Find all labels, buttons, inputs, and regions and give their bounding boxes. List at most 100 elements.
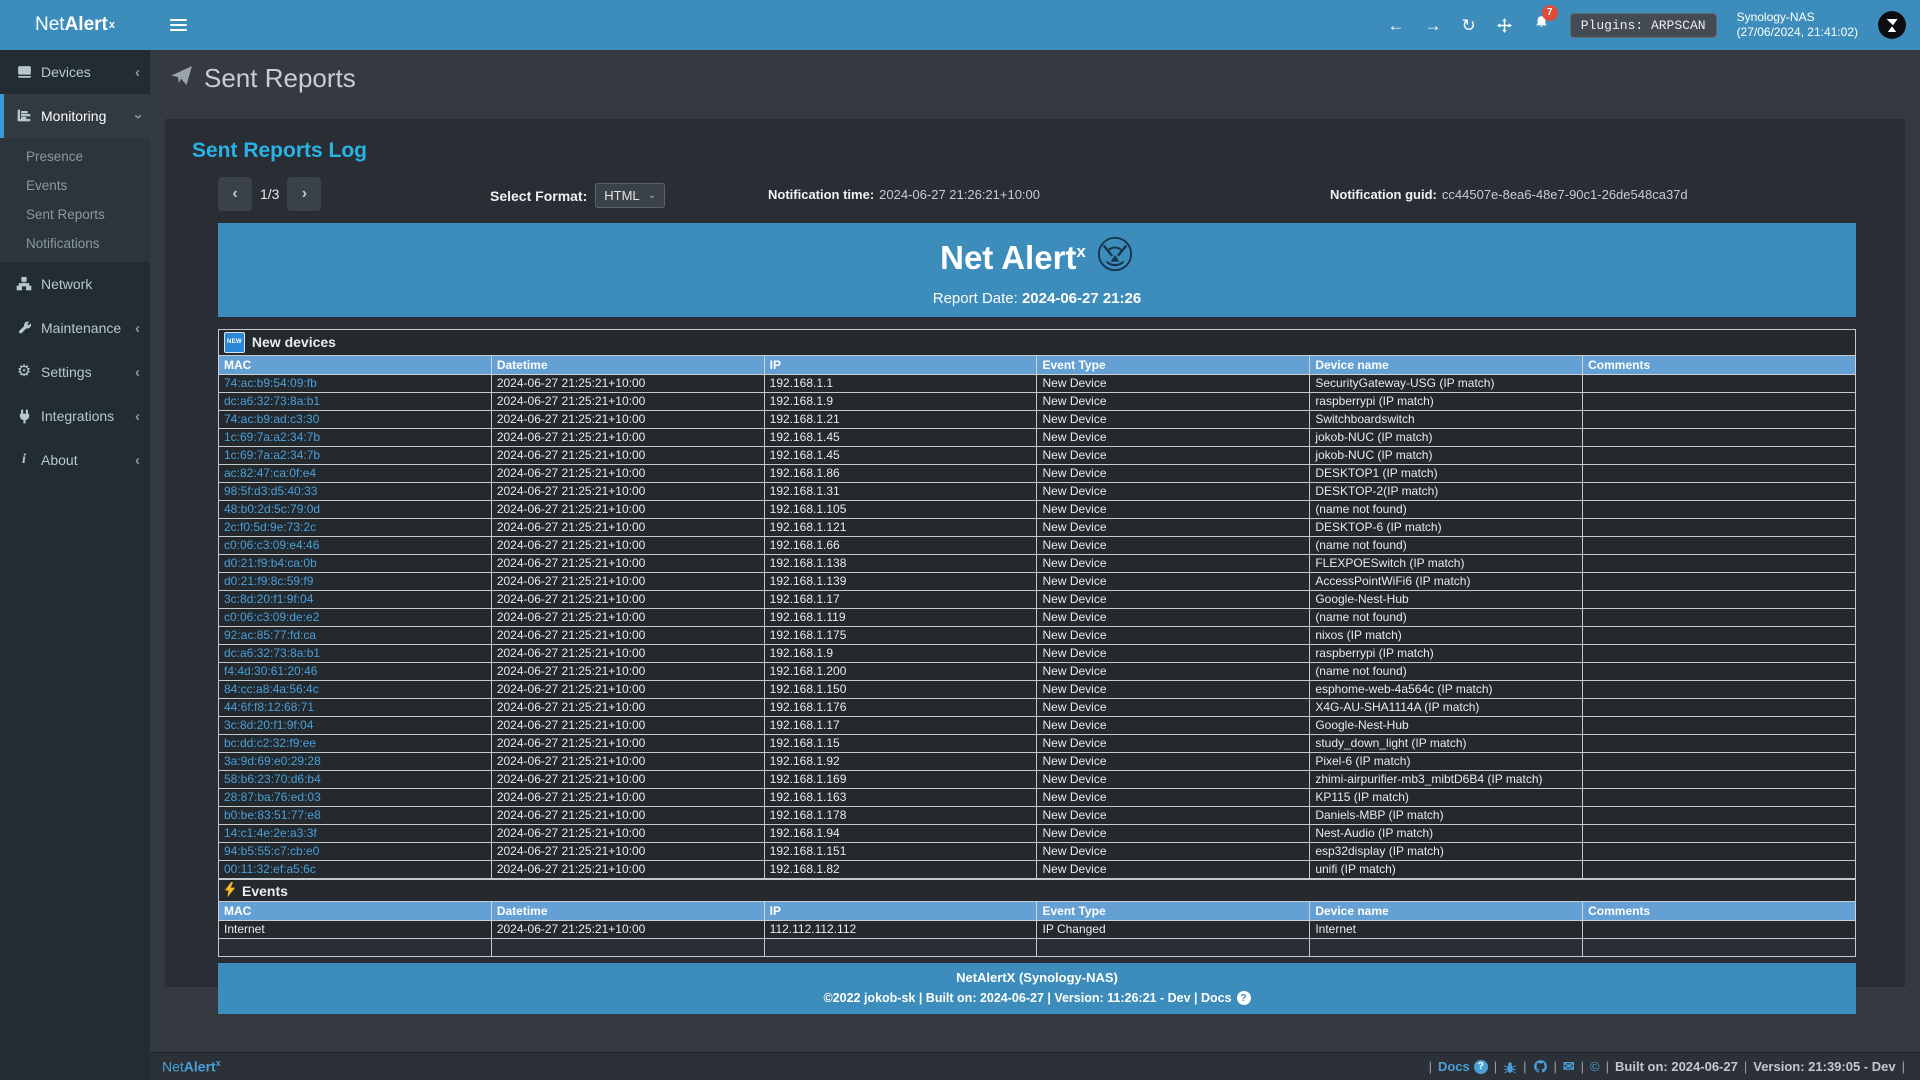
footer-logo[interactable]: NetAlertx	[162, 1058, 221, 1075]
sidebar-item-maintenance[interactable]: Maintenance ‹	[0, 306, 150, 350]
monitoring-submenu: Presence Events Sent Reports Notificatio…	[0, 138, 150, 262]
logo-text: Net	[35, 14, 65, 36]
device-name-cell: study_down_light (IP match)	[1310, 735, 1583, 753]
sidebar-item-devices[interactable]: Devices ‹	[0, 50, 150, 94]
mac-link[interactable]: 3c:8d:20:f1:9f:04	[224, 718, 313, 732]
column-header-device-name: Device name	[1310, 356, 1583, 375]
sidebar-item-presence[interactable]: Presence	[0, 142, 150, 171]
comments-cell	[1583, 465, 1856, 483]
device-name-cell: zhimi-airpurifier-mb3_mibtD6B4 (IP match…	[1310, 771, 1583, 789]
content-area: Sent Reports Sent Reports Log ‹ 1/3 › Se…	[150, 50, 1920, 987]
table-row: dc:a6:32:73:8a:b12024-06-27 21:25:21+10:…	[219, 393, 1856, 411]
user-avatar[interactable]	[1878, 11, 1906, 39]
table-row: 74:ac:b9:ad:c3:302024-06-27 21:25:21+10:…	[219, 411, 1856, 429]
mac-link[interactable]: 92:ac:85:77:fd:ca	[224, 628, 316, 642]
mac-link[interactable]: 98:5f:d3:d5:40:33	[224, 484, 317, 498]
mac-link[interactable]: d0:21:f9:b4:ca:0b	[224, 556, 317, 570]
datetime-cell: 2024-06-27 21:25:21+10:00	[491, 861, 764, 879]
mac-link[interactable]: 58:b6:23:70:d6:b4	[224, 772, 321, 786]
forward-icon[interactable]: →	[1424, 17, 1441, 34]
mac-cell: 2c:f0:5d:9e:73:2c	[219, 519, 492, 537]
mac-link[interactable]: 44:6f:f8:12:68:71	[224, 700, 314, 714]
mac-cell: 1c:69:7a:a2:34:7b	[219, 429, 492, 447]
device-name-cell	[1310, 939, 1583, 957]
comments-cell	[1583, 861, 1856, 879]
mac-link[interactable]: c0:06:c3:09:de:e2	[224, 610, 319, 624]
mac-link[interactable]: 74:ac:b9:ad:c3:30	[224, 412, 319, 426]
next-page-button[interactable]: ›	[287, 177, 321, 211]
mac-link[interactable]: bc:dd:c2:32:f9:ee	[224, 736, 316, 750]
mac-link[interactable]: 84:cc:a8:4a:56:4c	[224, 682, 319, 696]
table-row: b0:be:83:51:77:e8 2024-06-27 21:25:21+10:…	[219, 807, 1856, 825]
sidebar-item-sent-reports[interactable]: Sent Reports	[0, 200, 150, 229]
email-icon[interactable]: ✉	[1563, 1058, 1575, 1075]
event-type-cell: New Device	[1037, 609, 1310, 627]
ip-cell: 192.168.1.105	[764, 501, 1037, 519]
paper-plane-icon	[170, 64, 194, 93]
github-icon[interactable]	[1533, 1059, 1548, 1074]
top-navbar: NetAlertx ← → ↻ 7 Plugins: ARPSCAN Synol…	[0, 0, 1920, 50]
sent-reports-box: Sent Reports Log ‹ 1/3 › Select Format: …	[165, 119, 1905, 987]
ip-cell: 192.168.1.163	[764, 789, 1037, 807]
mac-link[interactable]: 3a:9d:69:e0:29:28	[224, 754, 321, 768]
mac-link[interactable]: 74:ac:b9:54:09:fb	[224, 376, 317, 390]
device-name-cell: jokob-NUC (IP match)	[1310, 429, 1583, 447]
event-type-cell	[1037, 939, 1310, 957]
mac-link[interactable]: 94:b5:55:c7:cb:e0	[224, 844, 319, 858]
plugins-status-chip[interactable]: Plugins: ARPSCAN	[1570, 13, 1717, 38]
event-type-cell: New Device	[1037, 807, 1310, 825]
mac-link[interactable]: b0:be:83:51:77:e8	[224, 808, 321, 822]
hamburger-menu-icon[interactable]	[158, 0, 198, 50]
datetime-cell: 2024-06-27 21:25:21+10:00	[491, 807, 764, 825]
mac-link[interactable]: ac:82:47:ca:0f:e4	[224, 466, 316, 480]
datetime-cell: 2024-06-27 21:25:21+10:00	[491, 663, 764, 681]
mac-link[interactable]: d0:21:f9:8c:59:f9	[224, 574, 313, 588]
sidebar-item-settings[interactable]: ⚙ Settings ‹	[0, 350, 150, 394]
sidebar-item-monitoring[interactable]: Monitoring ‹	[0, 94, 150, 138]
mac-link[interactable]: 1c:69:7a:a2:34:7b	[224, 430, 320, 444]
device-name-cell: esphome-web-4a564c (IP match)	[1310, 681, 1583, 699]
bug-report-icon[interactable]	[1503, 1060, 1517, 1074]
ip-cell: 192.168.1.151	[764, 843, 1037, 861]
format-select[interactable]: HTML ⌄	[595, 183, 665, 208]
copyright-icon[interactable]: ©	[1590, 1059, 1600, 1074]
refresh-icon[interactable]: ↻	[1461, 17, 1475, 34]
comments-cell	[1583, 735, 1856, 753]
sidebar-item-about[interactable]: i About ‹	[0, 438, 150, 482]
mac-link[interactable]: 2c:f0:5d:9e:73:2c	[224, 520, 316, 534]
event-type-cell: New Device	[1037, 789, 1310, 807]
table-row: 3c:8d:20:f1:9f:042024-06-27 21:25:21+10:…	[219, 591, 1856, 609]
question-circle-icon[interactable]: ?	[1237, 991, 1251, 1005]
lightning-icon	[224, 884, 236, 900]
mac-link[interactable]: 28:87:ba:76:ed:03	[224, 790, 321, 804]
app-logo[interactable]: NetAlertx	[0, 0, 150, 50]
report-controls: ‹ 1/3 › Select Format: HTML ⌄ Notificati…	[165, 171, 1905, 223]
mac-link[interactable]: 3c:8d:20:f1:9f:04	[224, 592, 313, 606]
sidebar-item-integrations[interactable]: Integrations ‹	[0, 394, 150, 438]
device-name-cell: DESKTOP-6 (IP match)	[1310, 519, 1583, 537]
mac-cell: d0:21:f9:8c:59:f9	[219, 573, 492, 591]
device-name-cell: Google-Nest-Hub	[1310, 591, 1583, 609]
sidebar-item-label: Network	[41, 276, 140, 292]
docs-link[interactable]: Docs?	[1438, 1059, 1488, 1074]
move-icon[interactable]	[1496, 17, 1513, 34]
table-row: c0:06:c3:09:de:e22024-06-27 21:25:21+10:…	[219, 609, 1856, 627]
notifications-bell-icon[interactable]: 7	[1533, 14, 1550, 37]
mac-link[interactable]: dc:a6:32:73:8a:b1	[224, 646, 320, 660]
back-icon[interactable]: ←	[1387, 17, 1404, 34]
mac-link[interactable]: 48:b0:2d:5c:79:0d	[224, 502, 320, 516]
mac-link[interactable]: 14:c1:4e:2e:a3:3f	[224, 826, 317, 840]
mac-link[interactable]: f4:4d:30:61:20:46	[224, 664, 317, 678]
table-row: 92:ac:85:77:fd:ca2024-06-27 21:25:21+10:…	[219, 627, 1856, 645]
comments-cell	[1583, 843, 1856, 861]
mac-link[interactable]: dc:a6:32:73:8a:b1	[224, 394, 320, 408]
sidebar-item-events[interactable]: Events	[0, 171, 150, 200]
table-row: 1c:69:7a:a2:34:7b2024-06-27 21:25:21+10:…	[219, 447, 1856, 465]
prev-page-button[interactable]: ‹	[218, 177, 252, 211]
sidebar-item-notifications[interactable]: Notifications	[0, 229, 150, 258]
mac-link[interactable]: 1c:69:7a:a2:34:7b	[224, 448, 320, 462]
sidebar-item-network[interactable]: Network	[0, 262, 150, 306]
mac-link[interactable]: 00:11:32:ef:a5:6c	[224, 862, 316, 876]
mac-link[interactable]: c0:06:c3:09:e4:46	[224, 538, 319, 552]
column-header-mac: MAC	[219, 356, 492, 375]
